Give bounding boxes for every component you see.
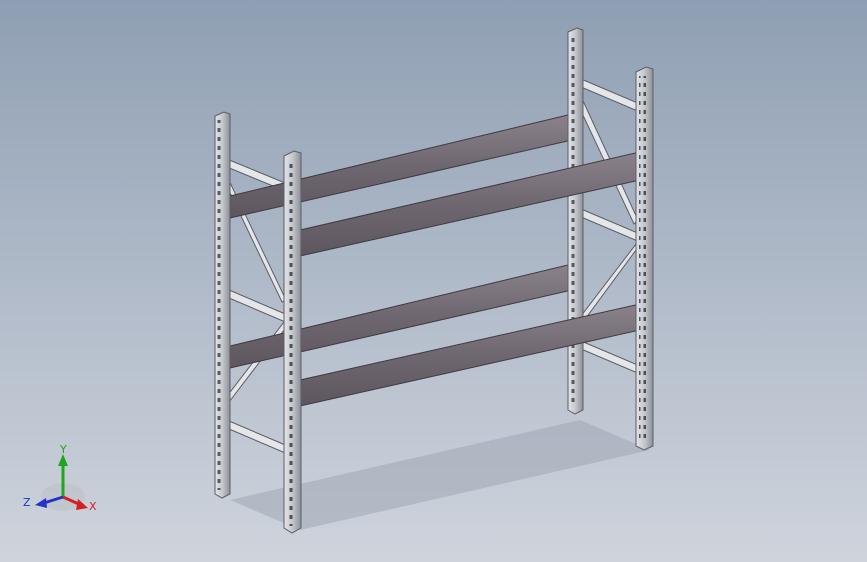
axis-triad: Y X Z (23, 443, 97, 513)
x-axis-label: X (89, 500, 97, 513)
graphics-viewport[interactable]: Y X Z (0, 0, 867, 562)
upright-rear-right (567, 27, 584, 415)
upright-rear-left (214, 111, 231, 499)
z-axis-arrow (35, 498, 47, 508)
upright-front-left (283, 150, 302, 534)
y-axis-label: Y (59, 443, 67, 456)
upright-front-right (635, 66, 654, 451)
rack-model-scene[interactable] (0, 0, 867, 562)
z-axis-label: Z (23, 496, 31, 509)
